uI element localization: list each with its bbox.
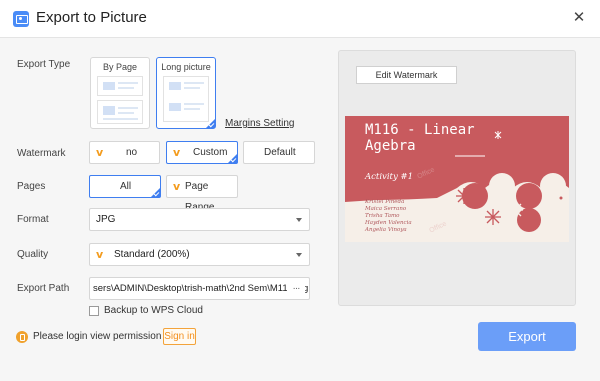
- pages-label: Pages: [17, 181, 46, 192]
- export-path-label: Export Path: [17, 283, 70, 294]
- edit-watermark-button[interactable]: Edit Watermark: [356, 66, 457, 84]
- long-picture-label: Long picture: [161, 62, 211, 72]
- slide-name: Angelia Vinoya: [365, 227, 407, 233]
- watermark-default-label: Default: [264, 147, 296, 158]
- slide-name: Trisha Tamo: [365, 213, 400, 219]
- watermark-default-button[interactable]: Default: [243, 141, 315, 164]
- slide-names: Kristel Pineda Maica Serrano Trisha Tamo…: [365, 199, 412, 234]
- long-page-thumb-icon: [163, 76, 209, 122]
- title-bar: Export to Picture ✕: [0, 0, 600, 38]
- sign-in-button[interactable]: Sign in: [163, 328, 196, 345]
- backup-checkbox[interactable]: [89, 306, 99, 316]
- vip-icon: v: [173, 180, 181, 193]
- vip-icon: v: [173, 146, 181, 159]
- format-value: JPG: [96, 214, 116, 225]
- slide-name: Hayden Valencia: [365, 220, 412, 226]
- vip-icon: v: [96, 248, 104, 261]
- close-icon[interactable]: ✕: [570, 9, 588, 27]
- picture-icon: [13, 11, 29, 27]
- slide-preview: M116 - Linear Agebra Activity #1 Office …: [345, 116, 569, 242]
- margins-setting-link[interactable]: Margins Setting: [225, 118, 294, 129]
- quality-select[interactable]: v Standard (200%): [89, 243, 310, 266]
- watermark-no-label: no: [126, 147, 138, 158]
- chevron-down-icon: [296, 253, 302, 257]
- format-label: Format: [17, 214, 49, 225]
- watermark-no-button[interactable]: v no: [89, 141, 160, 164]
- watermark-custom-button[interactable]: v Custom: [166, 141, 238, 164]
- login-permission-text: Please login view permission: [33, 331, 162, 342]
- slide-name: Kristel Pineda: [365, 199, 405, 205]
- page-thumb-icon: [97, 76, 143, 96]
- export-path-value: sers\ADMIN\Desktop\trish-math\2nd Sem\M1…: [93, 283, 309, 294]
- page-range-button[interactable]: v Page Range: [166, 175, 238, 213]
- export-button[interactable]: Export: [478, 322, 576, 351]
- export-path-input[interactable]: sers\ADMIN\Desktop\trish-math\2nd Sem\M1…: [89, 277, 310, 300]
- chevron-down-icon: [296, 218, 302, 222]
- pages-all-label: All: [120, 181, 132, 192]
- slide-title-line1: M116 - Linear: [365, 122, 475, 138]
- lock-icon: [16, 331, 28, 343]
- selected-check-icon: [206, 119, 215, 128]
- backup-label: Backup to WPS Cloud: [104, 305, 203, 316]
- selected-check-icon: [151, 188, 160, 197]
- vip-icon: v: [96, 146, 104, 159]
- format-select[interactable]: JPG: [89, 208, 310, 231]
- dialog-title: Export to Picture: [36, 9, 147, 26]
- page-thumb-icon: [97, 100, 143, 124]
- pages-all-button[interactable]: All: [89, 175, 161, 198]
- watermark-label: Watermark: [17, 148, 66, 159]
- by-page-card[interactable]: By Page: [90, 57, 150, 129]
- browse-button[interactable]: ···: [287, 278, 305, 299]
- slide-name: Maica Serrano: [365, 206, 407, 212]
- long-picture-card[interactable]: Long picture: [156, 57, 216, 129]
- slide-title-line2: Agebra: [365, 138, 416, 154]
- quality-label: Quality: [17, 249, 49, 260]
- quality-value: Standard (200%): [114, 249, 190, 260]
- watermark-custom-label: Custom: [193, 147, 228, 158]
- slide-subtitle: Activity #1: [365, 172, 414, 182]
- by-page-label: By Page: [102, 62, 138, 72]
- export-type-label: Export Type: [17, 59, 71, 70]
- selected-check-icon: [228, 154, 237, 163]
